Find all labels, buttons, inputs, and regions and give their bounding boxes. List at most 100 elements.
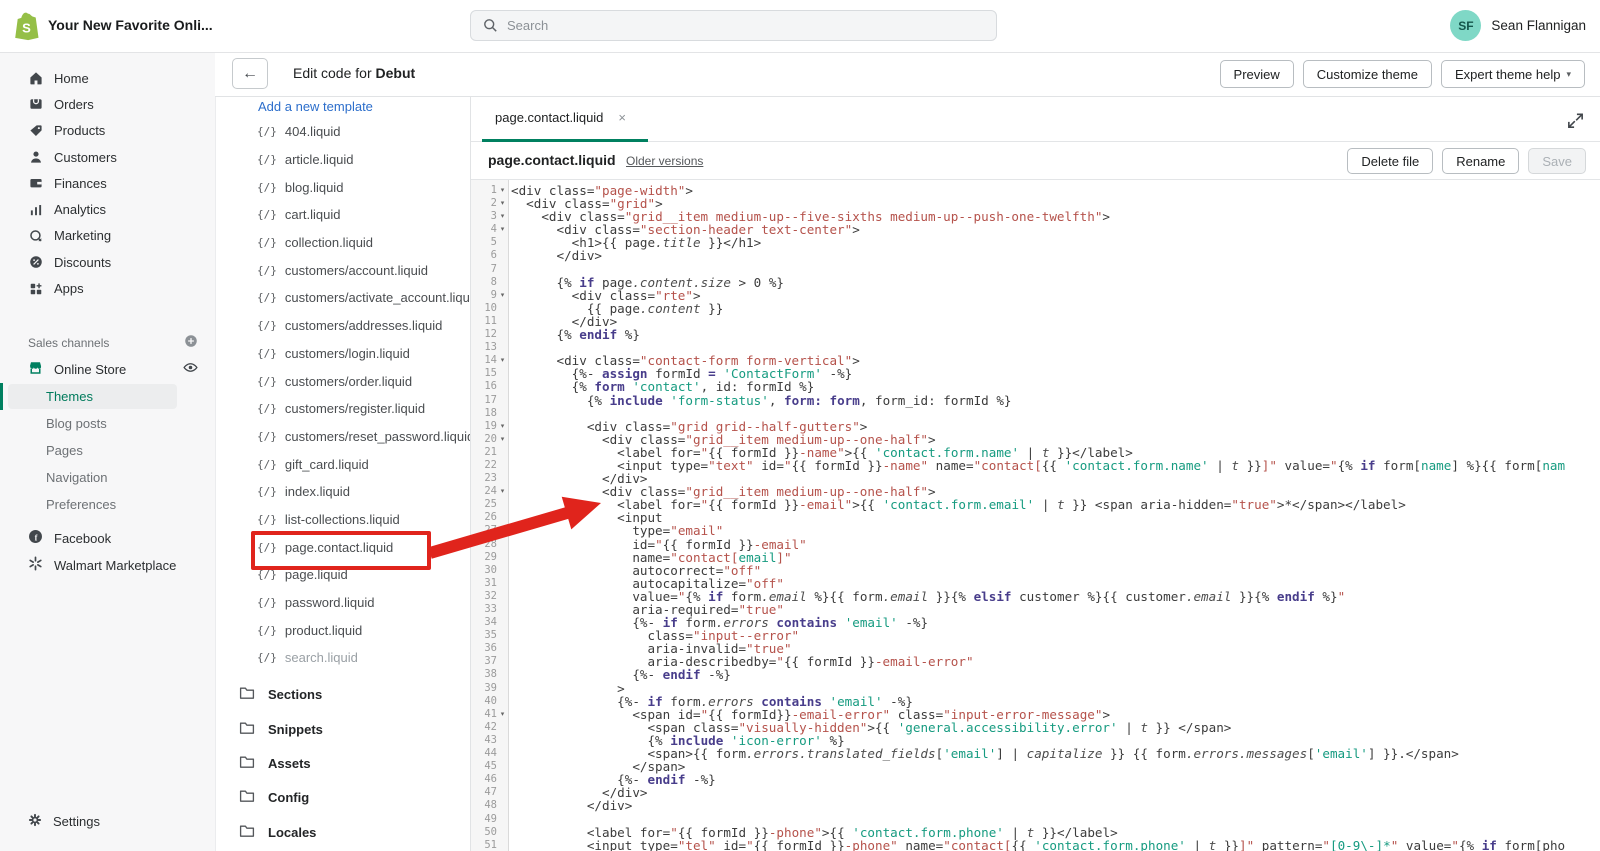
delete-file-button[interactable]: Delete file: [1347, 148, 1433, 174]
search-input[interactable]: Search: [470, 10, 997, 41]
older-versions-link[interactable]: Older versions: [626, 154, 703, 168]
eye-icon[interactable]: [182, 359, 199, 379]
close-icon[interactable]: ×: [618, 110, 626, 125]
fold-spacer: [497, 734, 508, 747]
sidebar-item-discounts[interactable]: Discounts: [0, 249, 215, 275]
sidebar-item-apps[interactable]: Apps: [0, 275, 215, 301]
sidebar-item-themes[interactable]: Themes: [0, 383, 215, 410]
file-item-gift-card-liquid[interactable]: {/}gift_card.liquid: [215, 450, 470, 478]
add-channel-icon[interactable]: [183, 333, 199, 352]
file-item-customers-register-liquid[interactable]: {/}customers/register.liquid: [215, 395, 470, 423]
sidebar-item-preferences[interactable]: Preferences: [0, 491, 215, 518]
file-item-customers-account-liquid[interactable]: {/}customers/account.liquid: [215, 256, 470, 284]
code-line-48[interactable]: 48 </div>: [471, 799, 1600, 812]
line-number: 12: [471, 328, 497, 341]
file-item-blog-liquid[interactable]: {/}blog.liquid: [215, 173, 470, 201]
fold-caret-icon[interactable]: ▾: [497, 223, 508, 236]
fold-caret-icon[interactable]: ▾: [497, 708, 508, 721]
fold-spacer: [497, 773, 508, 786]
expert-theme-help-button[interactable]: Expert theme help ▾: [1441, 60, 1585, 88]
sidebar-item-online-store[interactable]: Online Store: [0, 356, 215, 383]
expand-icon[interactable]: [1566, 111, 1585, 130]
sidebar-item-marketing[interactable]: Marketing: [0, 223, 215, 249]
file-item-index-liquid[interactable]: {/}index.liquid: [215, 478, 470, 506]
sidebar-item-blog-posts[interactable]: Blog posts: [0, 410, 215, 437]
fold-spacer: [497, 813, 508, 826]
folder-item-label: Snippets: [268, 722, 323, 737]
file-item-customers-login-liquid[interactable]: {/}customers/login.liquid: [215, 340, 470, 368]
sidebar-item-customers[interactable]: Customers: [0, 144, 215, 170]
folder-item-snippets[interactable]: Snippets: [215, 712, 470, 746]
file-item-article-liquid[interactable]: {/}article.liquid: [215, 146, 470, 174]
code-line-38[interactable]: 38 {%- endif -%}: [471, 668, 1600, 681]
tab-page-contact-liquid[interactable]: page.contact.liquid ×: [495, 96, 626, 139]
folder-item-label: Locales: [268, 825, 316, 840]
sidebar-item-facebook[interactable]: fFacebook: [0, 525, 215, 552]
line-number: 3: [471, 210, 497, 223]
fold-spacer: [497, 524, 508, 537]
sidebar-item-home[interactable]: Home: [0, 65, 215, 91]
fold-caret-icon[interactable]: ▾: [497, 433, 508, 446]
file-item-cart-liquid[interactable]: {/}cart.liquid: [215, 201, 470, 229]
line-number: 35: [471, 629, 497, 642]
line-number: 30: [471, 564, 497, 577]
folder-item-locales[interactable]: Locales: [215, 815, 470, 849]
file-item-password-liquid[interactable]: {/}password.liquid: [215, 589, 470, 617]
file-item-404-liquid[interactable]: {/}404.liquid: [215, 118, 470, 146]
line-number: 38: [471, 668, 497, 681]
rename-button[interactable]: Rename: [1442, 148, 1519, 174]
fold-caret-icon[interactable]: ▾: [497, 210, 508, 223]
sidebar-item-navigation[interactable]: Navigation: [0, 464, 215, 491]
fold-caret-icon[interactable]: ▾: [497, 289, 508, 302]
file-item-customers-reset-password-liquid[interactable]: {/}customers/reset_password.liquid: [215, 423, 470, 451]
fold-caret-icon[interactable]: ▾: [497, 354, 508, 367]
code-line-17[interactable]: 17 {% include 'form-status', form: form,…: [471, 394, 1600, 407]
save-button[interactable]: Save: [1528, 148, 1586, 174]
code-line-10[interactable]: 10 {{ page.content }}: [471, 302, 1600, 315]
folder-item-label: Assets: [268, 756, 311, 771]
code-line-12[interactable]: 12 {% endif %}: [471, 328, 1600, 341]
sidebar-item-finances[interactable]: Finances: [0, 170, 215, 196]
file-item-customers-addresses-liquid[interactable]: {/}customers/addresses.liquid: [215, 312, 470, 340]
file-item-label: index.liquid: [285, 484, 350, 499]
sidebar-item-products[interactable]: Products: [0, 118, 215, 144]
fold-caret-icon[interactable]: ▾: [497, 184, 508, 197]
code-line-11[interactable]: 11 </div>: [471, 315, 1600, 328]
add-template-link[interactable]: Add a new template: [215, 96, 470, 118]
fold-caret-icon[interactable]: ▾: [497, 485, 508, 498]
file-item-label: blog.liquid: [285, 180, 344, 195]
sidebar-item-walmart-marketplace[interactable]: Walmart Marketplace: [0, 552, 215, 579]
folder-item-sections[interactable]: Sections: [215, 678, 470, 712]
liquid-file-icon: {/}: [257, 291, 277, 304]
file-item-search-liquid[interactable]: {/}search.liquid: [215, 644, 470, 672]
file-item-list-collections-liquid[interactable]: {/}list-collections.liquid: [215, 506, 470, 534]
folder-item-assets[interactable]: Assets: [215, 746, 470, 780]
fold-caret-icon[interactable]: ▾: [497, 420, 508, 433]
file-item-collection-liquid[interactable]: {/}collection.liquid: [215, 229, 470, 257]
folder-icon: [238, 754, 256, 773]
sidebar-item-orders[interactable]: Orders: [0, 91, 215, 117]
line-number: 8: [471, 276, 497, 289]
sidebar-item-settings[interactable]: Settings: [0, 808, 215, 834]
folder-item-config[interactable]: Config: [215, 781, 470, 815]
code-line-5[interactable]: 5 <h1>{{ page.title }}</h1>: [471, 236, 1600, 249]
code-line-51[interactable]: 51 <input type="tel" id="{{ formId }}-ph…: [471, 839, 1600, 851]
file-item-product-liquid[interactable]: {/}product.liquid: [215, 616, 470, 644]
code-line-6[interactable]: 6 </div>: [471, 249, 1600, 262]
preview-button[interactable]: Preview: [1220, 60, 1294, 88]
file-item-customers-order-liquid[interactable]: {/}customers/order.liquid: [215, 367, 470, 395]
fold-caret-icon[interactable]: ▾: [497, 197, 508, 210]
code-text: <input type="tel" id="{{ formId }}-phone…: [508, 839, 1565, 851]
page-title: Edit code for Debut: [293, 65, 415, 81]
fold-spacer: [497, 302, 508, 315]
sidebar-item-label: Themes: [46, 383, 93, 410]
back-button[interactable]: ←: [232, 58, 268, 89]
sidebar-item-pages[interactable]: Pages: [0, 437, 215, 464]
sidebar-item-analytics[interactable]: Analytics: [0, 196, 215, 222]
code-line-47[interactable]: 47 </div>: [471, 786, 1600, 799]
file-item-customers-activate-account-liquid[interactable]: {/}customers/activate_account.liquid: [215, 284, 470, 312]
user-menu[interactable]: SF Sean Flannigan: [1450, 10, 1586, 41]
sidebar: HomeOrdersProductsCustomersFinancesAnaly…: [0, 52, 216, 851]
code-area[interactable]: 1▾<div class="page-width">2▾ <div class=…: [471, 180, 1600, 851]
customize-theme-button[interactable]: Customize theme: [1303, 60, 1432, 88]
